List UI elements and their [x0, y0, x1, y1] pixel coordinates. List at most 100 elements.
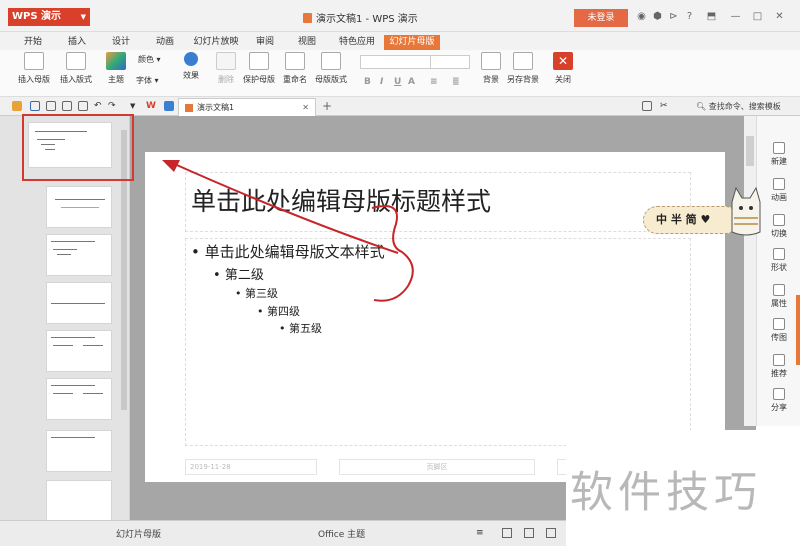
theme-icon: [106, 52, 126, 70]
canvas-scrollbar[interactable]: [744, 116, 756, 426]
lock-icon: [249, 52, 269, 70]
tab-slide-master[interactable]: 幻灯片母版: [384, 35, 440, 50]
panel-shapes-button[interactable]: 形状: [757, 248, 800, 273]
thumb-line: [51, 385, 95, 386]
panel-share-label: 分享: [771, 403, 787, 412]
normal-view-icon[interactable]: [502, 528, 512, 538]
scrollbar-thumb[interactable]: [746, 136, 754, 166]
maximize-icon[interactable]: □: [752, 11, 763, 22]
rename-button[interactable]: 重命名: [280, 52, 310, 85]
master-layout-button[interactable]: 母版版式: [312, 52, 350, 85]
tab-special[interactable]: 特色应用: [334, 35, 380, 50]
thumb-line: [57, 254, 71, 255]
panel-new-button[interactable]: 新建: [757, 142, 800, 167]
export-icon[interactable]: [46, 101, 56, 111]
insert-master-icon: [24, 52, 44, 70]
level-4-label: 第四级: [267, 305, 300, 318]
save-icon[interactable]: [30, 101, 40, 111]
tab-design[interactable]: 设计: [106, 35, 136, 50]
tab-slideshow[interactable]: 幻灯片放映: [192, 35, 240, 50]
underline-button[interactable]: U: [394, 77, 401, 87]
scissors-icon[interactable]: ✂: [660, 101, 670, 111]
font-size-select[interactable]: [430, 55, 470, 69]
bold-button[interactable]: B: [364, 77, 371, 87]
slide-title: 单击此处编辑母版标题样式: [191, 187, 492, 216]
panel-recommend-label: 推荐: [771, 369, 787, 378]
watermark-text: 软件技巧: [570, 468, 762, 518]
panel-upload-image-button[interactable]: 传图: [757, 318, 800, 343]
input-method-badge[interactable]: 中 半 简 ♥: [643, 206, 739, 234]
layout-thumbnail[interactable]: [46, 330, 112, 372]
new-tab-icon[interactable]: +: [322, 99, 332, 113]
close-master-button[interactable]: ✕ 关闭: [550, 52, 576, 85]
level-1-label: 单击此处编辑母版文本样式: [204, 243, 385, 261]
settings-icon[interactable]: ⬢: [652, 11, 663, 22]
close-window-icon[interactable]: ✕: [774, 11, 785, 22]
layout-thumbnail[interactable]: [46, 234, 112, 276]
panel-transition-button[interactable]: 切换: [757, 214, 800, 239]
panel-animation-button[interactable]: 动画: [757, 178, 800, 203]
tab-view[interactable]: 视图: [292, 35, 322, 50]
minimize-icon[interactable]: —: [730, 11, 741, 22]
undo-icon[interactable]: ↶: [94, 101, 104, 111]
background-button[interactable]: 背景: [478, 52, 504, 85]
insert-master-button[interactable]: 插入母版: [14, 52, 54, 85]
help-icon[interactable]: ?: [684, 11, 695, 22]
protect-master-button[interactable]: 保护母版: [240, 52, 278, 85]
font-color-button[interactable]: A: [408, 77, 415, 87]
tab-insert[interactable]: 插入: [62, 35, 92, 50]
date-placeholder[interactable]: 2019-11-28: [185, 459, 317, 475]
comment-icon[interactable]: [642, 101, 652, 111]
close-tab-icon[interactable]: ✕: [302, 99, 309, 116]
delete-button[interactable]: 删除: [214, 52, 238, 85]
layout-thumbnail[interactable]: [46, 282, 112, 324]
panel-properties-button[interactable]: 属性: [757, 284, 800, 309]
reading-view-icon[interactable]: [546, 528, 556, 538]
wps-home-icon[interactable]: W: [146, 101, 156, 111]
sorter-view-icon[interactable]: [524, 528, 534, 538]
effects-button[interactable]: 效果: [176, 52, 206, 81]
save-background-icon: [513, 52, 533, 70]
feedback-icon[interactable]: ⊳: [668, 11, 679, 22]
command-search[interactable]: 🔍︎ 查找命令、搜索模板: [696, 101, 781, 112]
colors-button[interactable]: 颜色 ▾: [138, 54, 170, 65]
level-5-text: • 第五级: [279, 322, 322, 335]
open-icon[interactable]: [12, 101, 22, 111]
redo-icon[interactable]: ↷: [108, 101, 118, 111]
master-layout-icon: [321, 52, 341, 70]
panel-share-button[interactable]: 分享: [757, 388, 800, 413]
new-icon: [773, 142, 785, 154]
footer-placeholder[interactable]: 页脚区: [339, 459, 535, 475]
tab-home[interactable]: 开始: [18, 35, 48, 50]
layout-thumbnail[interactable]: [46, 186, 112, 228]
print-icon[interactable]: [62, 101, 72, 111]
align-icon[interactable]: ≣: [452, 77, 460, 87]
notes-icon[interactable]: ≡: [476, 528, 486, 538]
bullets-icon[interactable]: ≡: [430, 77, 438, 87]
skin-icon[interactable]: ◉: [636, 11, 647, 22]
panel-upload-image-label: 传图: [771, 333, 787, 342]
insert-layout-button[interactable]: 插入版式: [56, 52, 96, 85]
fonts-button[interactable]: 字体 ▾: [136, 75, 170, 86]
layout-thumbnail[interactable]: [46, 430, 112, 472]
colors-label: 颜色: [138, 55, 154, 64]
panel-recommend-button[interactable]: 推荐: [757, 354, 800, 379]
fonts-label: 字体: [136, 76, 152, 85]
protect-master-label: 保护母版: [243, 75, 275, 84]
tab-animation[interactable]: 动画: [150, 35, 180, 50]
save-background-button[interactable]: 另存背景: [504, 52, 542, 85]
tab-document[interactable]: 演示文稿1 ✕: [178, 98, 316, 116]
chevron-down-icon[interactable]: ▼: [130, 101, 140, 111]
tab-review[interactable]: 审阅: [250, 35, 280, 50]
restore-layout-icon[interactable]: ⬒: [706, 11, 717, 22]
cloud-icon[interactable]: [164, 101, 174, 111]
thumb-line: [83, 345, 103, 346]
theme-button[interactable]: 主题: [102, 52, 130, 85]
italic-button[interactable]: I: [380, 77, 383, 87]
layout-thumbnail[interactable]: [46, 378, 112, 420]
panel-collapse-handle[interactable]: [796, 295, 800, 365]
wps-menu-button[interactable]: WPS 演示 ▼: [8, 8, 90, 26]
login-button[interactable]: 未登录: [574, 9, 628, 27]
preview-icon[interactable]: [78, 101, 88, 111]
layout-thumbnail[interactable]: [46, 480, 112, 520]
